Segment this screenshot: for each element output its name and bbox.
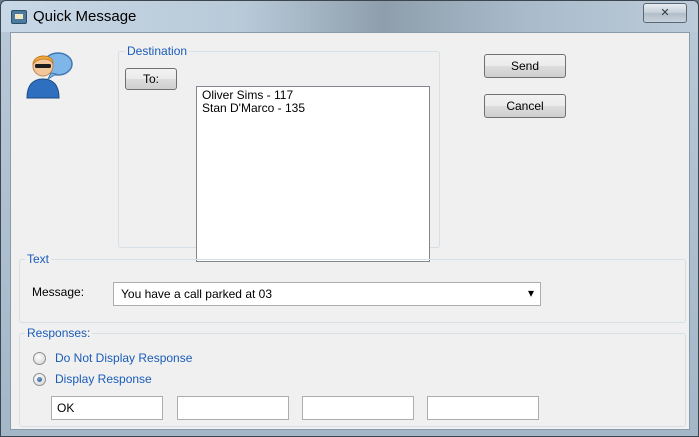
- app-message-icon: [11, 10, 27, 24]
- cancel-button[interactable]: Cancel: [484, 94, 566, 118]
- destination-legend: Destination: [125, 44, 190, 58]
- chevron-down-icon[interactable]: ▾: [528, 286, 534, 300]
- responses-legend: Responses:: [25, 326, 93, 340]
- cancel-button-label: Cancel: [506, 99, 544, 113]
- title-bar: Quick Message ✕: [1, 1, 698, 32]
- close-icon: ✕: [660, 6, 670, 19]
- response-field-1[interactable]: OK: [51, 396, 163, 420]
- display-response-label[interactable]: Display Response: [55, 372, 152, 386]
- message-dropdown[interactable]: You have a call parked at 03 ▾: [113, 282, 541, 306]
- send-button-label: Send: [510, 59, 540, 73]
- destination-group: Destination To: Oliver Sims - 117 Stan D…: [118, 44, 440, 262]
- to-button-label: To:: [142, 72, 159, 86]
- response-field-3[interactable]: [302, 396, 414, 420]
- response-field-2[interactable]: [177, 396, 289, 420]
- do-not-display-label[interactable]: Do Not Display Response: [55, 351, 192, 365]
- quick-message-window: Quick Message ✕ Destination To: Oliver S…: [0, 0, 699, 437]
- send-button[interactable]: Send: [484, 54, 566, 78]
- dialog-body: Destination To: Oliver Sims - 117 Stan D…: [10, 32, 690, 430]
- do-not-display-radio[interactable]: [33, 352, 46, 365]
- text-group: Text Message: You have a call parked at …: [19, 252, 686, 323]
- to-button[interactable]: To:: [125, 68, 177, 90]
- list-item[interactable]: Stan D'Marco - 135: [202, 102, 424, 115]
- close-button[interactable]: ✕: [643, 3, 687, 23]
- message-value: You have a call parked at 03: [121, 287, 273, 301]
- window-title: Quick Message: [33, 8, 137, 25]
- recipient-list[interactable]: Oliver Sims - 117 Stan D'Marco - 135: [196, 86, 430, 262]
- text-legend: Text: [25, 252, 52, 266]
- response-field-1-value: OK: [57, 401, 75, 415]
- user-chat-icon: [26, 52, 73, 99]
- response-field-4[interactable]: [427, 396, 539, 420]
- responses-group: Responses: Do Not Display Response Displ…: [19, 326, 686, 427]
- display-response-radio[interactable]: [33, 373, 46, 386]
- message-label: Message:: [32, 285, 85, 299]
